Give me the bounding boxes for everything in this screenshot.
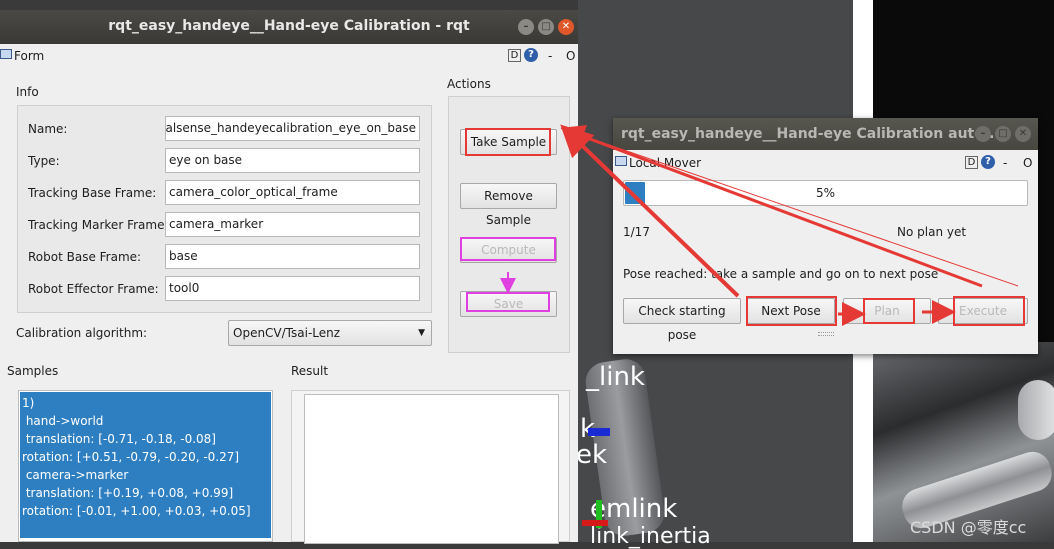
result-header: Result — [291, 364, 329, 378]
form-label: Form — [14, 49, 45, 63]
annotation-highlight-next-pose — [746, 296, 837, 326]
remove-sample-label: Remove Sample — [484, 189, 533, 227]
result-text-area[interactable] — [304, 394, 559, 544]
annotation-highlight-save — [466, 292, 550, 312]
robot-effector-frame-label: Robot Effector Frame: — [28, 282, 159, 296]
pose-counter: 1/17 — [623, 225, 650, 239]
sample-line: rotation: [-0.01, +1.00, +0.03, +0.05] — [22, 504, 251, 518]
sample-line: hand->world — [22, 414, 104, 428]
auto-mover-window: rqt_easy_handeye__Hand-eye Calibration a… — [613, 118, 1038, 354]
auto-window-title: rqt_easy_handeye__Hand-eye Calibration a… — [621, 126, 1000, 142]
annotation-highlight-take-sample — [465, 128, 551, 156]
rviz-frame-label: link_inertia — [590, 524, 711, 549]
auto-titlebar[interactable]: rqt_easy_handeye__Hand-eye Calibration a… — [613, 118, 1038, 150]
type-field[interactable]: eye on base — [165, 148, 420, 173]
tracking-marker-frame-label: Tracking Marker Frame: — [28, 218, 169, 232]
calibration-algorithm-value: OpenCV/Tsai-Lenz — [233, 326, 341, 340]
progress-bar: 5% — [623, 180, 1028, 206]
plan-status: No plan yet — [897, 225, 967, 239]
watermark: CSDN @零度cc — [910, 518, 1027, 537]
help-icon[interactable]: ? — [524, 48, 538, 62]
form-icon — [0, 49, 12, 59]
d-button[interactable]: D — [965, 156, 978, 169]
minimize-plugin-button[interactable]: - — [1003, 156, 1007, 170]
robot-base-frame-field[interactable]: base — [165, 244, 420, 269]
pose-status: Pose reached: take a sample and go on to… — [623, 267, 939, 281]
check-starting-pose-button[interactable]: Check starting pose — [623, 298, 741, 342]
info-header: Info — [16, 85, 39, 99]
minimize-plugin-button[interactable]: - — [548, 49, 552, 63]
rviz-frame-label: ek — [576, 440, 608, 470]
sample-line: translation: [+0.19, +0.08, +0.99] — [22, 486, 234, 500]
sample-line: translation: [-0.71, -0.18, -0.08] — [22, 432, 216, 446]
close-plugin-button[interactable]: O — [566, 49, 575, 63]
robot-effector-frame-field[interactable]: tool0 — [165, 276, 420, 301]
samples-header: Samples — [7, 364, 59, 378]
annotation-highlight-plan — [863, 298, 915, 324]
rviz-frame-label: _link — [586, 362, 645, 392]
progress-text: 5% — [815, 186, 836, 200]
main-titlebar[interactable]: rqt_easy_handeye__Hand-eye Calibration -… — [0, 10, 578, 44]
remove-sample-button[interactable]: Remove Sample — [460, 183, 557, 227]
d-button[interactable]: D — [508, 49, 521, 62]
form-bar: Form D ? - O — [0, 44, 578, 68]
help-icon[interactable]: ? — [981, 155, 995, 169]
sample-line: rotation: [+0.51, -0.79, -0.20, -0.27] — [22, 450, 240, 464]
minimize-button[interactable]: – — [975, 126, 991, 142]
actions-header: Actions — [447, 77, 491, 91]
close-button[interactable]: ✕ — [1015, 126, 1031, 142]
close-plugin-button[interactable]: O — [1023, 156, 1032, 170]
close-button[interactable]: ✕ — [558, 19, 574, 35]
type-label: Type: — [28, 154, 60, 168]
tracking-marker-frame-field[interactable]: camera_marker — [165, 212, 420, 237]
tracking-base-frame-field[interactable]: camera_color_optical_frame — [165, 180, 420, 205]
chevron-down-icon: ▼ — [418, 328, 425, 338]
sample-line: 1) — [22, 396, 35, 410]
photo-robot-joint — [1018, 380, 1054, 440]
annotation-highlight-execute — [953, 296, 1025, 326]
resize-grip[interactable] — [818, 332, 834, 336]
name-label: Name: — [28, 122, 68, 136]
axis-marker-red — [582, 520, 608, 526]
local-mover-label: Local Mover — [629, 156, 702, 170]
check-starting-pose-label: Check starting pose — [638, 304, 726, 342]
result-panel — [291, 390, 570, 544]
robot-base-frame-label: Robot Base Frame: — [28, 250, 142, 264]
sample-item-selected[interactable]: 1) hand->world translation: [-0.71, -0.1… — [20, 392, 271, 538]
window-title: rqt_easy_handeye__Hand-eye Calibration -… — [108, 18, 470, 34]
sample-line: camera->marker — [22, 468, 129, 482]
maximize-button[interactable]: □ — [995, 126, 1011, 142]
maximize-button[interactable]: □ — [538, 19, 554, 35]
name-field[interactable]: realsense_handeyecalibration_eye_on_base… — [165, 116, 420, 141]
form-icon — [615, 156, 627, 166]
tracking-base-frame-label: Tracking Base Frame: — [28, 186, 157, 200]
axis-marker-blue — [588, 428, 610, 436]
main-window: rqt_easy_handeye__Hand-eye Calibration -… — [0, 10, 578, 544]
minimize-button[interactable]: – — [518, 19, 534, 35]
calibration-algorithm-select[interactable]: OpenCV/Tsai-Lenz ▼ — [228, 320, 432, 346]
samples-list[interactable]: 1) hand->world translation: [-0.71, -0.1… — [18, 390, 273, 542]
annotation-highlight-compute — [460, 237, 556, 261]
calibration-algorithm-label: Calibration algorithm: — [16, 326, 148, 340]
